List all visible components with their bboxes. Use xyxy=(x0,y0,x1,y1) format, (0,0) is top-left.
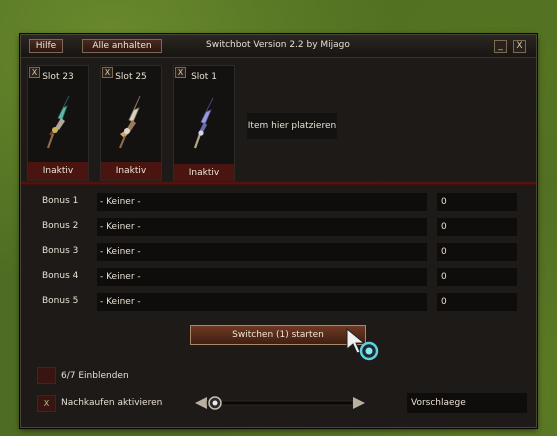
bonus-select[interactable]: - Keiner - xyxy=(97,243,427,261)
bonus-value-input[interactable]: 0 xyxy=(437,193,517,211)
stop-all-button[interactable]: Alle anhalten xyxy=(82,39,162,53)
help-button[interactable]: Hilfe xyxy=(29,39,63,53)
spear-icon xyxy=(193,97,214,149)
close-icon[interactable]: X xyxy=(513,40,526,53)
rebuy-toggle-checkbox[interactable]: X xyxy=(37,395,56,412)
show-toggle-checkbox[interactable] xyxy=(37,367,56,384)
bonus-row: Bonus 4 - Keiner - 0 xyxy=(21,268,536,286)
slot-status: Inaktiv xyxy=(28,162,88,180)
bonus-select[interactable]: - Keiner - xyxy=(97,193,427,211)
bonus-value-input[interactable]: 0 xyxy=(437,293,517,311)
window-title: Switchbot Version 2.2 by Mijago xyxy=(206,40,350,50)
bonus-select[interactable]: - Keiner - xyxy=(97,293,427,311)
place-item-dropzone[interactable]: Item hier platzieren xyxy=(247,113,337,139)
slot-25[interactable]: X Slot 25 Inaktiv xyxy=(100,65,162,181)
bonus-label: Bonus 1 xyxy=(42,196,79,206)
slot-label: Slot 25 xyxy=(115,72,147,82)
bonus-select[interactable]: - Keiner - xyxy=(97,268,427,286)
bonus-row: Bonus 1 - Keiner - 0 xyxy=(21,193,536,211)
slot-status: Inaktiv xyxy=(174,164,234,182)
slot-label: Slot 1 xyxy=(191,72,217,82)
rebuy-toggle-label: Nachkaufen aktivieren xyxy=(61,398,163,408)
slot-23[interactable]: X Slot 23 Inaktiv xyxy=(27,65,89,181)
bonus-select[interactable]: - Keiner - xyxy=(97,218,427,236)
bonus-label: Bonus 2 xyxy=(42,221,79,231)
bonus-value-input[interactable]: 0 xyxy=(437,268,517,286)
start-switch-button[interactable]: Switchen (1) starten xyxy=(190,325,366,345)
minimize-icon[interactable]: _ xyxy=(494,40,507,53)
bonus-label: Bonus 5 xyxy=(42,296,79,306)
spear-icon xyxy=(46,95,70,149)
bonus-value-input[interactable]: 0 xyxy=(437,243,517,261)
slot-1[interactable]: X Slot 1 Inaktiv xyxy=(173,65,235,183)
spear-icon xyxy=(118,95,141,149)
section-divider xyxy=(21,181,536,185)
bonus-value-input[interactable]: 0 xyxy=(437,218,517,236)
bonus-label: Bonus 4 xyxy=(42,271,79,281)
slot-label: Slot 23 xyxy=(42,72,74,82)
bonus-row: Bonus 2 - Keiner - 0 xyxy=(21,218,536,236)
switchbot-window: Hilfe Alle anhalten Switchbot Version 2.… xyxy=(20,34,537,428)
show-toggle-label: 6/7 Einblenden xyxy=(61,371,129,381)
bonus-label: Bonus 3 xyxy=(42,246,79,256)
suggestions-button[interactable]: Vorschlaege xyxy=(407,393,527,413)
slot-status: Inaktiv xyxy=(101,162,161,180)
bonus-row: Bonus 5 - Keiner - 0 xyxy=(21,293,536,311)
title-bar[interactable]: Hilfe Alle anhalten Switchbot Version 2.… xyxy=(21,35,536,58)
bonus-row: Bonus 3 - Keiner - 0 xyxy=(21,243,536,261)
speed-slider[interactable] xyxy=(193,391,367,415)
cursor-icon xyxy=(346,327,379,361)
